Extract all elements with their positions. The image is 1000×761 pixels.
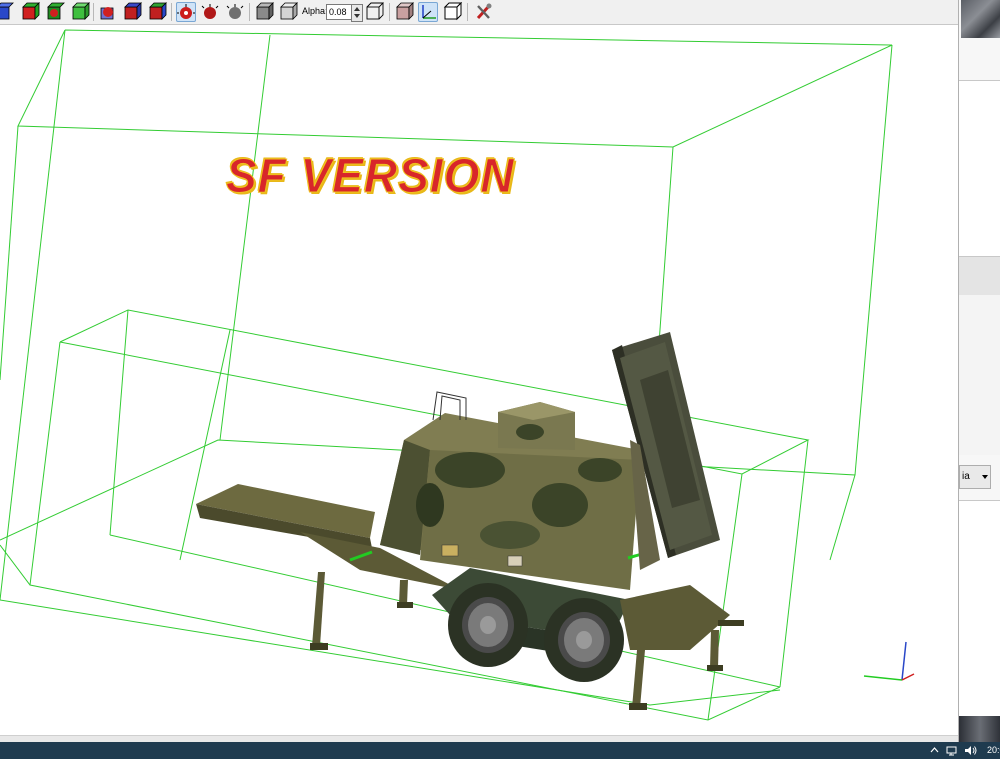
background-thumbnail-strip	[959, 716, 1000, 742]
background-panel-2	[959, 295, 1000, 455]
red-blob-icon[interactable]	[200, 2, 220, 22]
network-icon[interactable]	[946, 744, 958, 757]
axis-gizmo	[863, 641, 915, 681]
radar-trailer-model	[196, 332, 744, 710]
chevron-down-icon	[982, 475, 988, 479]
thumbnail-image[interactable]	[961, 0, 1000, 38]
cube-red-blue-icon[interactable]	[122, 2, 142, 22]
cube-green-red-icon[interactable]	[45, 2, 65, 22]
background-panel-3	[959, 500, 1000, 717]
background-window-strip: ia	[958, 0, 1000, 742]
textured-cube-icon[interactable]	[394, 2, 414, 22]
cube-multicolor-icon[interactable]	[147, 2, 167, 22]
background-panel	[959, 80, 1000, 257]
gray-blob-icon[interactable]	[225, 2, 245, 22]
shaded-cube-icon[interactable]	[278, 2, 298, 22]
cube-blue-icon[interactable]	[0, 2, 14, 22]
wireframe-cube-icon[interactable]	[364, 2, 384, 22]
toolbar: Alpha: 0.08	[0, 0, 958, 25]
tools-icon[interactable]	[474, 2, 494, 22]
scene-canvas[interactable]	[0, 25, 958, 735]
axes-icon[interactable]	[418, 2, 438, 22]
wheel-front	[448, 583, 528, 667]
alpha-label: Alpha:	[302, 6, 328, 16]
background-tab[interactable]	[959, 256, 1000, 296]
taskbar-clock[interactable]: 20:0	[987, 742, 1000, 759]
combo-text: ia	[962, 471, 970, 482]
cube-green-icon[interactable]	[70, 2, 90, 22]
spin-down-icon[interactable]	[354, 14, 360, 18]
3d-viewport[interactable]: SF VERSION	[0, 25, 958, 735]
taskbar	[0, 742, 1000, 759]
red-blob-star-icon[interactable]	[176, 2, 196, 22]
cube-red-blob-icon[interactable]	[98, 2, 118, 22]
background-combo[interactable]: ia	[959, 465, 991, 489]
alpha-spinner[interactable]	[351, 4, 363, 22]
tray-chevron-up-icon[interactable]	[930, 744, 939, 757]
wheel-rear	[544, 598, 624, 682]
cube-red-green-icon[interactable]	[20, 2, 40, 22]
volume-icon[interactable]	[964, 744, 978, 757]
spin-up-icon[interactable]	[354, 7, 360, 11]
outline-cube-icon[interactable]	[442, 2, 462, 22]
overlay-title: SF VERSION	[226, 147, 515, 203]
solid-cube-icon[interactable]	[254, 2, 274, 22]
